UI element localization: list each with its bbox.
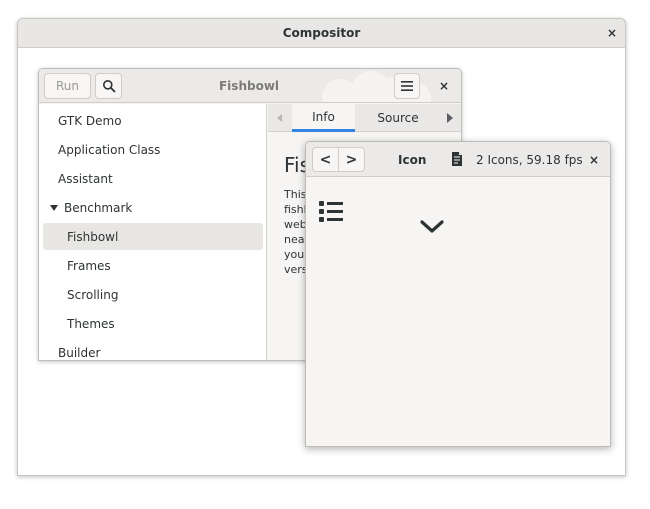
info-text-line: web [284, 218, 307, 231]
search-icon [102, 80, 115, 93]
info-text-line: This [284, 188, 307, 201]
compositor-title: Compositor [282, 26, 361, 40]
forward-button[interactable]: > [338, 148, 364, 171]
sidebar-item-label: GTK Demo [58, 113, 122, 128]
fishbowl-title: Fishbowl [218, 79, 280, 93]
close-icon[interactable]: × [439, 80, 449, 92]
sidebar-item-label: Scrolling [67, 287, 119, 302]
chevron-left-icon: < [319, 151, 332, 168]
close-icon[interactable]: × [607, 27, 617, 39]
chevron-down-icon [420, 220, 444, 233]
fishbowl-headerbar[interactable]: Run Fishbowl × [39, 69, 461, 103]
notebook-tabs: Info Source [268, 104, 461, 132]
hamburger-menu-icon [401, 81, 413, 91]
sidebar-item-label: Fishbowl [67, 229, 119, 244]
icon-headerbar[interactable]: < > Icon 2 Icons, 59.18 fps × [306, 142, 610, 177]
sidebar-item-frames[interactable]: Frames [39, 252, 266, 279]
icon-window-title: Icon [398, 153, 427, 167]
tab-scroll-right-icon[interactable] [447, 113, 453, 123]
sidebar-item-benchmark[interactable]: Benchmark [39, 194, 266, 221]
sidebar-item-label: Assistant [58, 171, 113, 186]
document-icon [452, 152, 462, 166]
sidebar-item-assistant[interactable]: Assistant [39, 165, 266, 192]
search-button[interactable] [95, 73, 122, 99]
run-button[interactable]: Run [44, 73, 91, 99]
fps-stats: 2 Icons, 59.18 fps [476, 153, 583, 167]
sidebar-item-label: Application Class [58, 142, 161, 157]
sidebar-item-label: Builder [58, 345, 101, 360]
sidebar-item-builder[interactable]: Builder [39, 339, 266, 360]
sidebar-item-application-class[interactable]: Application Class [39, 136, 266, 163]
close-icon[interactable]: × [589, 154, 599, 166]
tab-source[interactable]: Source [366, 104, 430, 132]
tab-scroll-left-icon[interactable] [277, 114, 282, 122]
menu-button[interactable] [394, 73, 420, 99]
demo-sidebar: GTK Demo Application Class Assistant Ben… [39, 104, 267, 360]
sidebar-item-label: Themes [67, 316, 115, 331]
sidebar-item-scrolling[interactable]: Scrolling [39, 281, 266, 308]
nav-button-group: < > [312, 147, 365, 172]
icon-window: < > Icon 2 Icons, 59.18 fps × [305, 141, 611, 447]
tab-info[interactable]: Info [292, 104, 355, 132]
sidebar-item-themes[interactable]: Themes [39, 310, 266, 337]
sidebar-item-gtk-demo[interactable]: GTK Demo [39, 107, 266, 134]
sidebar-item-label: Frames [67, 258, 111, 273]
compositor-titlebar[interactable]: Compositor × [18, 19, 625, 48]
expander-down-icon[interactable] [50, 204, 58, 211]
view-list-icon [319, 201, 343, 222]
back-button[interactable]: < [313, 148, 338, 171]
sidebar-item-label: Benchmark [64, 200, 133, 215]
chevron-right-icon: > [345, 151, 358, 168]
sidebar-item-fishbowl[interactable]: Fishbowl [43, 223, 263, 250]
